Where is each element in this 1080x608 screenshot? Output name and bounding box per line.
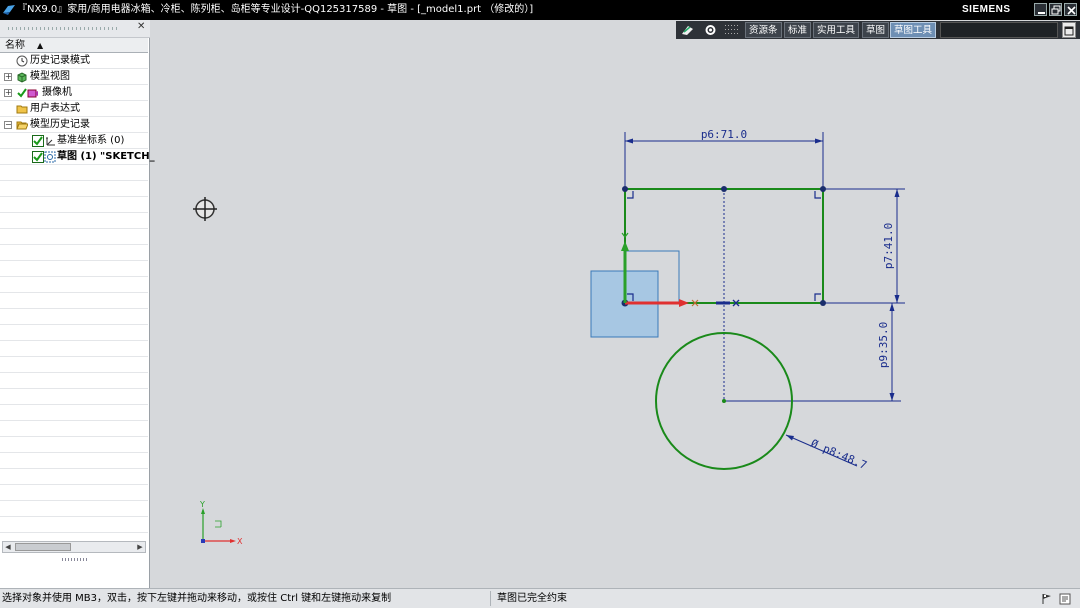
status-bar: 选择对象并使用 MB3，双击，按下左键并拖动来移动，或按住 Ctrl 键和左键拖… bbox=[0, 588, 1080, 608]
dimension-p6[interactable]: p6:71.0 bbox=[624, 128, 824, 188]
dimension-p8-label[interactable]: Ø p8:48.7 bbox=[809, 437, 869, 472]
flag-icon[interactable] bbox=[1041, 593, 1053, 605]
status-separator bbox=[490, 591, 491, 606]
selection-filter-icon[interactable] bbox=[1059, 593, 1071, 605]
dimension-p7-label[interactable]: p7:41.0 bbox=[882, 223, 895, 269]
triad-y-label: Y bbox=[199, 500, 205, 509]
dimension-p9[interactable]: p9:35.0 bbox=[724, 303, 901, 402]
dimension-p9-label[interactable]: p9:35.0 bbox=[877, 322, 890, 368]
dimension-p8[interactable]: Ø p8:48.7 bbox=[785, 434, 869, 472]
status-prompt: 选择对象并使用 MB3，双击，按下左键并拖动来移动，或按住 Ctrl 键和左键拖… bbox=[2, 593, 392, 604]
crosshair-cursor-icon bbox=[193, 197, 217, 221]
triad-x-label: X bbox=[237, 537, 243, 546]
midpoint-constraint bbox=[716, 299, 740, 307]
view-triad: Y X bbox=[199, 500, 243, 546]
graphics-window[interactable]: p6:71.0 p7:41.0 p9:35.0 Ø p8:48.7 Y X bbox=[0, 0, 1080, 608]
status-message: 草图已完全约束 bbox=[497, 593, 567, 604]
dimension-p6-label[interactable]: p6:71.0 bbox=[701, 128, 747, 141]
nx-window: 『NX9.0』家用/商用电器冰箱、冷柜、陈列柜、岛柜等专业设计-QQ125317… bbox=[0, 0, 1080, 608]
dimension-p7[interactable]: p7:41.0 bbox=[823, 188, 905, 304]
